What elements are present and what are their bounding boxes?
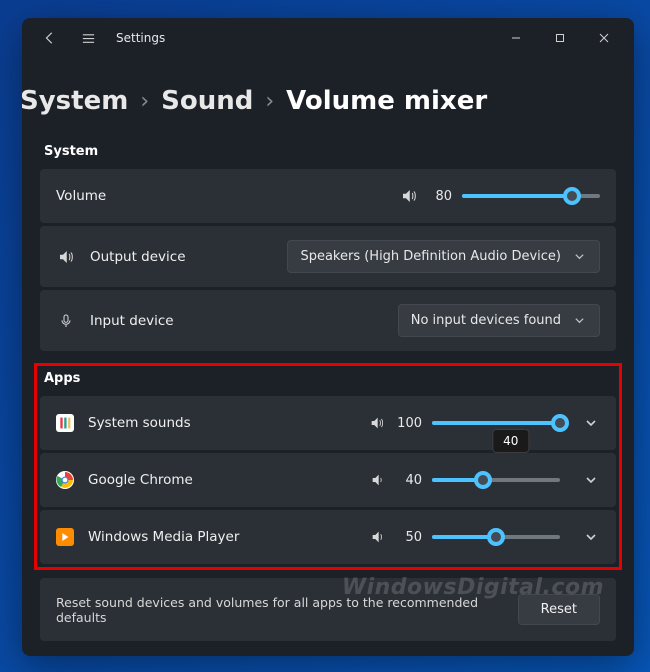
section-heading-system: System [22,138,634,169]
app-volume-slider[interactable] [432,470,560,490]
volume-slider[interactable] [462,186,600,206]
app-name: Google Chrome [88,472,356,488]
app-name: System sounds [88,415,355,431]
input-device-row: Input device No input devices found [40,290,616,351]
input-label: Input device [90,313,384,329]
page-title: Volume mixer [286,86,487,116]
breadcrumb-sound[interactable]: Sound [161,86,253,116]
speaker-icon[interactable] [370,472,388,488]
maximize-button[interactable] [538,22,582,54]
menu-button[interactable] [78,28,98,48]
speaker-icon[interactable] [370,529,388,545]
speaker-icon [56,248,76,266]
expand-button[interactable] [582,531,600,543]
expand-button[interactable] [582,417,600,429]
app-volume-value: 40 [398,473,422,488]
app-volume-slider[interactable] [432,527,560,547]
titlebar: Settings [22,18,634,58]
settings-window: Settings System › Sound › Volume mixer S… [22,18,634,656]
output-selected: Speakers (High Definition Audio Device) [300,249,561,264]
speaker-icon[interactable] [400,187,418,205]
section-heading-apps: Apps [22,365,634,396]
app-name: Windows Media Player [88,529,356,545]
minimize-button[interactable] [494,22,538,54]
breadcrumb-system[interactable]: System [22,86,128,116]
app-volume-value: 100 [397,416,422,431]
volume-value: 80 [428,189,452,204]
app-row-system-sounds: System sounds 100 [40,396,616,450]
reset-row: Reset sound devices and volumes for all … [40,578,616,641]
back-button[interactable] [40,28,60,48]
reset-description: Reset sound devices and volumes for all … [56,595,518,625]
close-button[interactable] [582,22,626,54]
input-selected: No input devices found [411,313,561,328]
reset-button[interactable]: Reset [518,594,600,625]
window-title: Settings [116,31,165,45]
app-volume-value: 50 [398,530,422,545]
slider-tooltip: 40 [492,429,529,453]
chevron-right-icon: › [265,89,274,114]
output-label: Output device [90,249,273,265]
breadcrumb: System › Sound › Volume mixer [22,68,634,138]
input-device-select[interactable]: No input devices found [398,304,600,337]
chevron-down-icon [571,315,587,326]
chevron-right-icon: › [140,89,149,114]
output-device-select[interactable]: Speakers (High Definition Audio Device) [287,240,600,273]
microphone-icon [56,313,76,329]
volume-label: Volume [56,188,386,204]
app-row-chrome: Google Chrome 40 40 [40,453,616,507]
system-sounds-icon [56,414,74,432]
chrome-icon [56,471,74,489]
volume-row: Volume 80 [40,169,616,223]
wmp-icon [56,528,74,546]
app-row-wmp: Windows Media Player 50 [40,510,616,564]
speaker-icon[interactable] [369,415,387,431]
expand-button[interactable] [582,474,600,486]
output-device-row: Output device Speakers (High Definition … [40,226,616,287]
chevron-down-icon [571,251,587,262]
